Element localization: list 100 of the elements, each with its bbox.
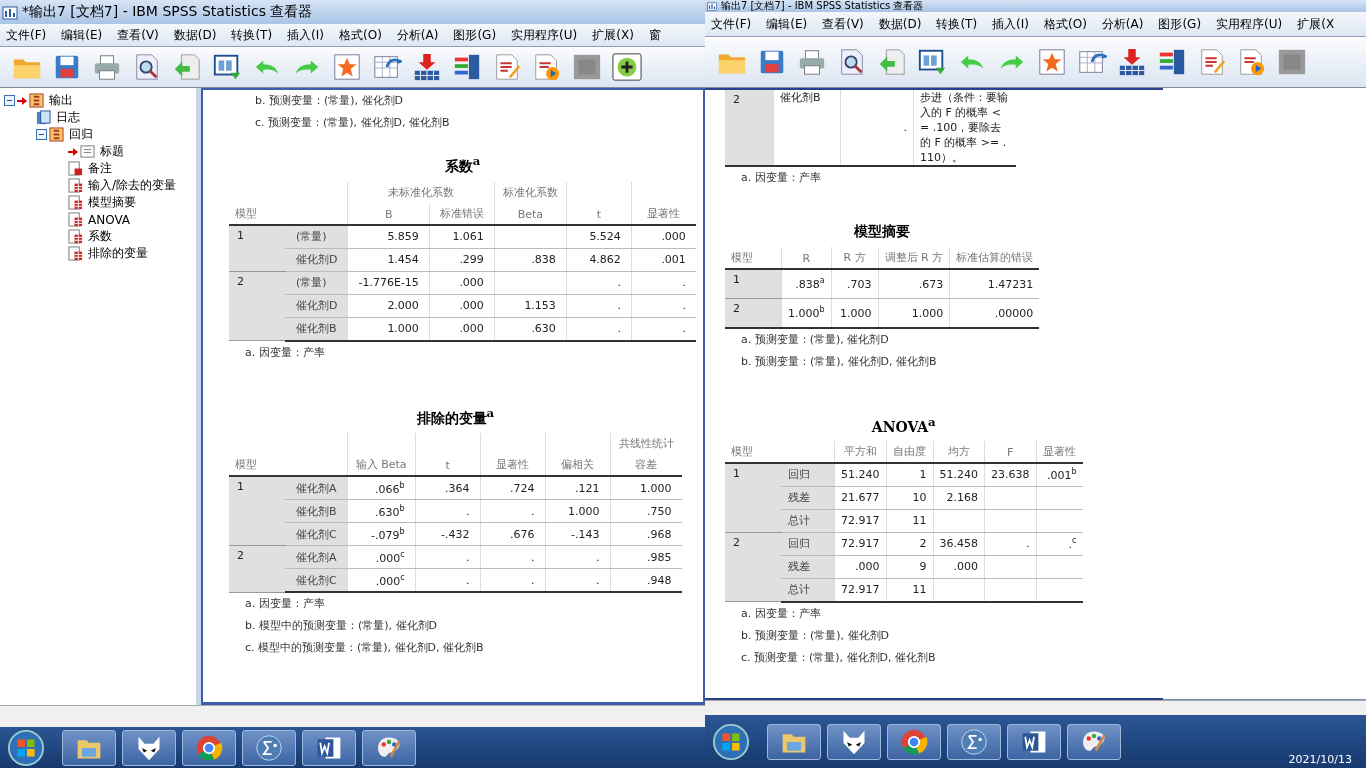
taskbar-button[interactable] [302,729,356,766]
table-cell: 10 [912,491,927,505]
outline-item[interactable]: 标题 [100,143,124,160]
outline-item[interactable]: 输入/除去的变量 [88,177,177,194]
table-cell: -.079$^{b}$ [371,528,405,542]
taskbar-button[interactable] [122,729,176,766]
row-label: 总计 [781,509,835,533]
menu-item[interactable]: 查看(V) [111,26,168,44]
menu-item[interactable]: 格式(O) [1038,15,1096,33]
taskbar-button[interactable] [1007,723,1061,760]
column-header: 模型 [731,251,753,264]
down-arrow-table-icon[interactable] [412,52,442,82]
menu-item[interactable]: 窗 [642,26,670,44]
table-title: ANOVA$^{a}$ [870,415,937,435]
menu-item[interactable]: 插入(I) [281,26,333,44]
window-arrow-icon[interactable] [917,47,947,77]
menu-item[interactable]: 数据(D) [167,26,226,44]
row-header: 1 [229,224,286,272]
bars-table-icon[interactable] [1157,47,1187,77]
square-icon[interactable] [1277,47,1307,77]
table-cell: 1.000 [840,306,872,320]
taskbar-button[interactable] [827,723,881,760]
menu-item[interactable]: 图形(G) [447,26,506,44]
outline-item[interactable]: 回归 [69,126,93,143]
row-label: 回归 [781,462,835,487]
menu-item[interactable]: 扩展(X) [586,26,643,44]
menu-item[interactable]: 分析(A) [1095,15,1153,33]
table-cell: 72.917 [841,514,880,528]
table-cell: -1.776E-15 [358,276,419,290]
collapse-toggle[interactable] [4,95,15,106]
row-label: 催化剂D [285,248,348,272]
printer-icon[interactable] [797,47,827,77]
table-cell: 1.061 [452,230,484,244]
menu-item[interactable]: 转换(T) [225,26,282,44]
menu-item[interactable]: 编辑(E) [55,26,112,44]
outline-item[interactable]: 输出 [49,92,73,109]
menu-item[interactable]: 文件(F) [0,26,56,44]
outline-item[interactable]: 模型摘要 [88,194,136,211]
table-cell: 36.458 [939,537,978,551]
taskbar-button[interactable] [947,723,1001,760]
row-label: (常量) [285,271,348,295]
row-label: 催化剂A [285,545,348,569]
menu-item[interactable]: 图形(G) [1152,15,1211,33]
menu-item[interactable]: 编辑(E) [760,15,817,33]
star-table-icon[interactable] [332,52,362,82]
menu-item[interactable]: 实用程序(U) [1210,15,1292,33]
window-arrow-icon[interactable] [212,52,242,82]
outline-item[interactable]: ANOVA [88,212,131,227]
menu-item[interactable]: 分析(A) [390,26,448,44]
menu-item[interactable]: 插入(I) [986,15,1038,33]
outline-item[interactable]: 日志 [56,109,80,126]
collapse-toggle[interactable] [36,129,47,140]
menu-item[interactable]: 数据(D) [872,15,931,33]
table-cell: 步进（条件：要输入的 F 的概率 <= .100，要除去的 F 的概率 >= .110）。 [920,91,1008,164]
row-label: 催化剂C [285,522,348,546]
clock-date: 2021/10/13 [1288,753,1352,766]
menu-item[interactable]: 实用程序(U) [505,26,587,44]
table-cell: . [466,550,470,564]
column-header: R [802,252,811,265]
row-label: 残差 [781,555,835,579]
row-label: 催化剂A [285,476,348,500]
taskbar-button[interactable] [887,723,941,760]
outline-item[interactable]: 系数 [88,228,112,245]
table-cell: . [466,573,470,587]
outline-item[interactable]: 备注 [88,160,112,177]
table-cell: 5.524 [589,230,621,244]
taskbar-button[interactable] [182,729,236,766]
menu-item[interactable]: 文件(F) [705,15,761,33]
row-header: 2 [229,545,286,593]
document-play-icon[interactable] [1237,47,1267,77]
document-play-icon[interactable] [532,52,562,82]
square-icon[interactable] [572,52,602,82]
footnote: a. 因变量：产率 [244,344,326,361]
table-title: 模型摘要 [853,223,912,241]
taskbar-button[interactable] [362,729,416,766]
table-cell: .299 [459,253,484,267]
table-cell: .001 [661,253,686,267]
menu-item[interactable]: 查看(V) [816,15,873,33]
table-cell: .630 [531,322,556,336]
down-arrow-table-icon[interactable] [1117,47,1147,77]
table-cell: .00000 [994,306,1034,320]
table-cell: 11 [912,583,927,597]
table-cell: . [903,121,907,134]
menu-item[interactable]: 扩展(X [1291,15,1344,33]
menu-item[interactable]: 格式(O) [333,26,391,44]
row-label: 总计 [781,578,835,602]
row-header: 2 [725,90,774,166]
bars-table-icon[interactable] [452,52,482,82]
window-title: *输出7 [文档7] - IBM SPSS Statistics 查看器 [22,3,313,21]
column-header: 显著性 [496,458,530,472]
star-table-icon[interactable] [1037,47,1067,77]
taskbar-button[interactable] [767,723,821,760]
taskbar-button[interactable] [242,729,296,766]
menu-item[interactable]: 转换(T) [930,15,987,33]
outline-item[interactable]: 排除的变量 [88,245,148,262]
taskbar-button[interactable] [62,729,116,766]
column-header: 显著性 [1043,444,1076,458]
footnote: a. 因变量：产率 [740,605,822,622]
printer-icon[interactable] [92,52,122,82]
taskbar-button[interactable] [1067,723,1121,760]
